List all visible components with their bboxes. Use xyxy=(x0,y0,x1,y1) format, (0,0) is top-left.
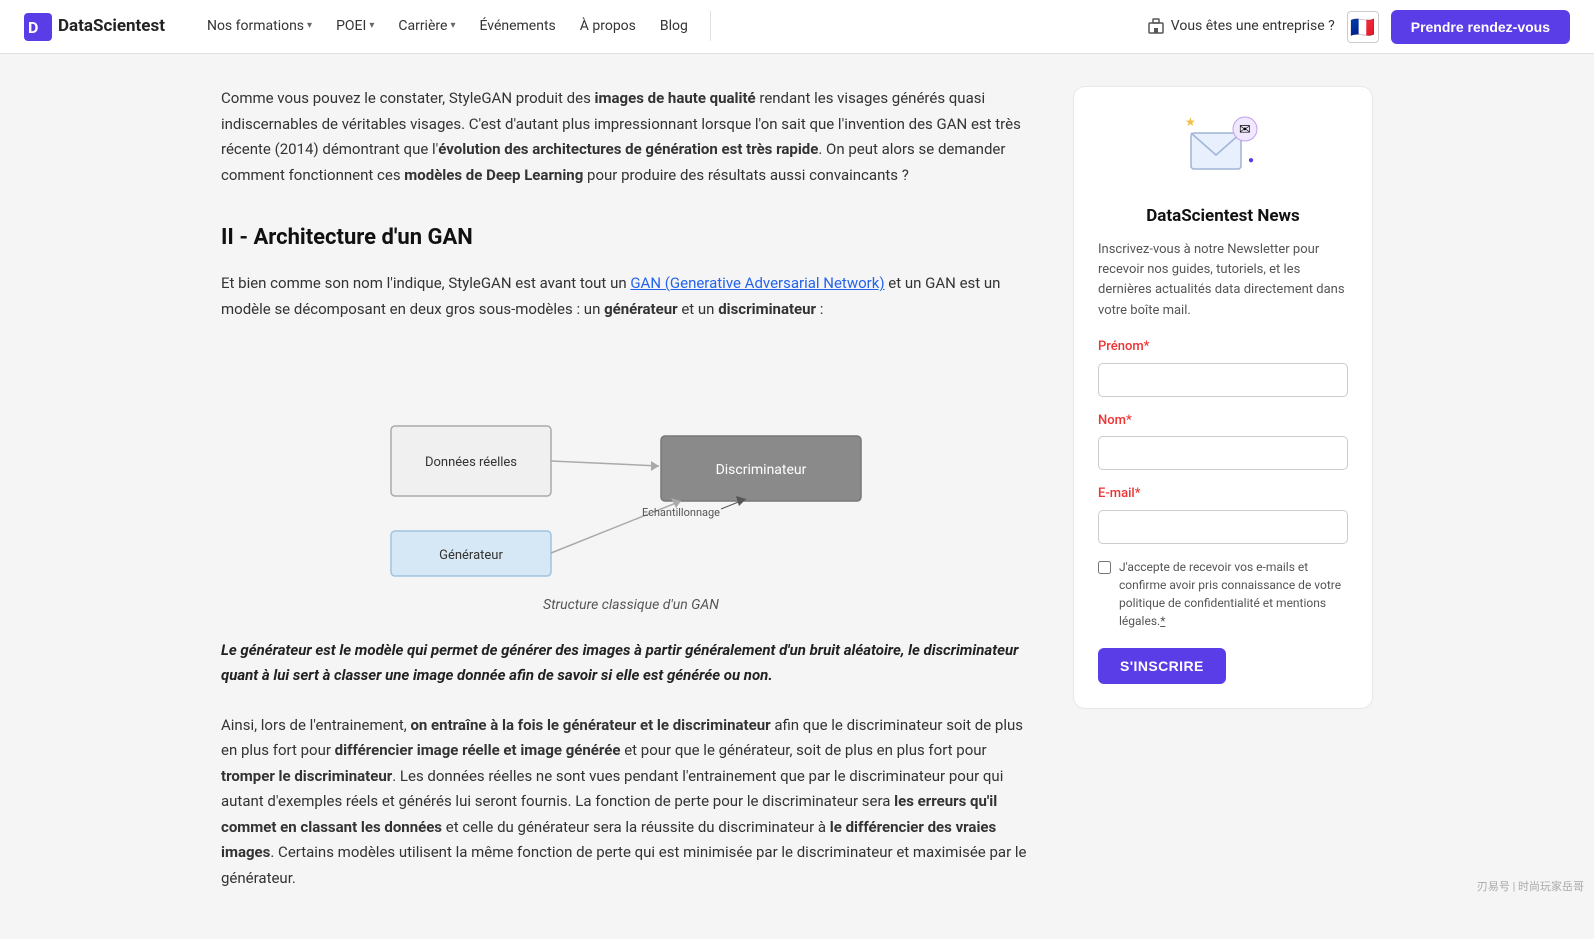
logo-icon: D xyxy=(24,13,52,41)
consent-label: J'accepte de recevoir vos e-mails et con… xyxy=(1119,558,1348,630)
nav-links: Nos formations ▾ POEI ▾ Carrière ▾ Événe… xyxy=(197,9,1147,43)
newsletter-icon-area: ✉ ★ ● xyxy=(1098,111,1348,191)
policy-link[interactable]: * xyxy=(1160,614,1165,628)
entraîne-bold: on entraîne à la fois le générateur et l… xyxy=(410,716,770,734)
language-flag[interactable]: 🇫🇷 xyxy=(1347,11,1379,43)
svg-text:Données réelles: Données réelles xyxy=(425,455,517,470)
chevron-down-icon: ▾ xyxy=(369,18,374,34)
nav-evenements[interactable]: Événements xyxy=(469,9,565,43)
intro-text-4: pour produire des résultats aussi convai… xyxy=(583,166,909,184)
newsletter-icon: ✉ ★ ● xyxy=(1183,111,1263,191)
section2-paragraph: Et bien comme son nom l'indique, StyleGA… xyxy=(221,271,1041,322)
watermark: 刃易号 | 时尚玩家岳哥 xyxy=(1477,878,1584,896)
enterprise-link[interactable]: Vous êtes une entreprise ? xyxy=(1147,15,1335,37)
cta-rendez-vous[interactable]: Prendre rendez-vous xyxy=(1391,10,1570,44)
chevron-down-icon: ▾ xyxy=(450,18,455,34)
section2-heading: II - Architecture d'un GAN xyxy=(221,220,1041,255)
nav-blog[interactable]: Blog xyxy=(650,9,698,43)
logo[interactable]: D DataScientest xyxy=(24,13,165,41)
nav-apropos[interactable]: À propos xyxy=(570,9,646,43)
chevron-down-icon: ▾ xyxy=(307,18,312,34)
differencer-bold: différencier image réelle et image génér… xyxy=(335,741,621,759)
generateur-bold: générateur xyxy=(604,300,678,318)
tromper-bold: tromper le discriminateur xyxy=(221,767,392,785)
nav-carriere[interactable]: Carrière ▾ xyxy=(388,9,465,43)
svg-text:✉: ✉ xyxy=(1239,122,1251,138)
subscribe-button[interactable]: S'INSCRIRE xyxy=(1098,648,1226,684)
newsletter-card: ✉ ★ ● DataScientest News Inscrivez-vous … xyxy=(1073,86,1373,709)
explanation-paragraph: Ainsi, lors de l'entrainement, on entraî… xyxy=(221,713,1041,892)
navigation: D DataScientest Nos formations ▾ POEI ▾ … xyxy=(0,0,1594,54)
intro-text-1: Comme vous pouvez le constater, StyleGAN… xyxy=(221,89,595,107)
logo-text: DataScientest xyxy=(58,13,165,40)
nav-divider xyxy=(710,11,711,41)
intro-bold-2: évolution des architectures de génératio… xyxy=(438,140,818,158)
diagram-caption: Structure classique d'un GAN xyxy=(221,594,1041,618)
svg-text:D: D xyxy=(28,18,38,37)
discriminateur-bold: discriminateur xyxy=(718,300,816,318)
svg-text:Discriminateur: Discriminateur xyxy=(716,462,807,478)
intro-bold-3: modèles de Deep Learning xyxy=(404,166,583,184)
newsletter-desc: Inscrivez-vous à notre Newsletter pour r… xyxy=(1098,240,1348,321)
nom-label: Nom* xyxy=(1098,411,1348,432)
nom-input[interactable] xyxy=(1098,436,1348,470)
gan-diagram-svg: Données réelles Générateur Discriminateu… xyxy=(371,346,891,586)
svg-text:Echantillonnage: Echantillonnage xyxy=(642,506,720,519)
sidebar: ✉ ★ ● DataScientest News Inscrivez-vous … xyxy=(1073,86,1373,709)
svg-text:Générateur: Générateur xyxy=(439,548,503,563)
email-label: E-mail* xyxy=(1098,484,1348,505)
nav-right: Vous êtes une entreprise ? 🇫🇷 Prendre re… xyxy=(1147,10,1570,44)
nav-formations[interactable]: Nos formations ▾ xyxy=(197,9,322,43)
page-container: Comme vous pouvez le constater, StyleGAN… xyxy=(197,54,1397,939)
nav-poei[interactable]: POEI ▾ xyxy=(326,9,384,43)
svg-text:★: ★ xyxy=(1185,115,1196,129)
consent-row: J'accepte de recevoir vos e-mails et con… xyxy=(1098,558,1348,630)
prenom-label: Prénom* xyxy=(1098,337,1348,358)
gan-diagram: Données réelles Générateur Discriminateu… xyxy=(221,346,1041,586)
intro-paragraph: Comme vous pouvez le constater, StyleGAN… xyxy=(221,86,1041,188)
svg-text:●: ● xyxy=(1248,155,1254,166)
main-content: Comme vous pouvez le constater, StyleGAN… xyxy=(221,86,1041,907)
building-icon xyxy=(1147,17,1165,35)
gan-link[interactable]: GAN (Generative Adversarial Network) xyxy=(630,274,884,292)
email-input[interactable] xyxy=(1098,510,1348,544)
consent-checkbox[interactable] xyxy=(1098,561,1111,574)
newsletter-title: DataScientest News xyxy=(1098,203,1348,230)
callout-paragraph: Le générateur est le modèle qui permet d… xyxy=(221,638,1041,689)
intro-bold-1: images de haute qualité xyxy=(595,89,756,107)
prenom-input[interactable] xyxy=(1098,363,1348,397)
